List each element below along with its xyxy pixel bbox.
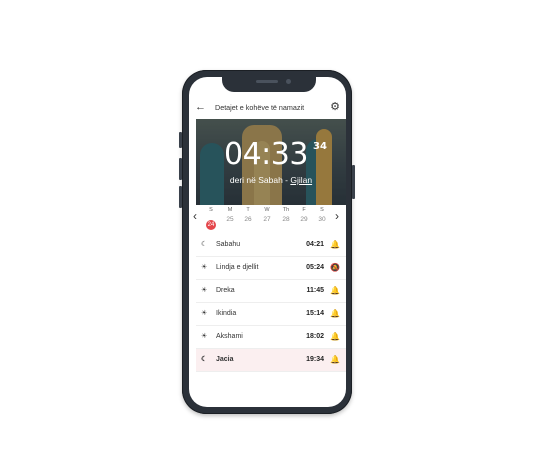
bell-icon[interactable]: 🔔 [330,355,340,364]
day-of-week: T [246,207,250,213]
day-number: 26 [244,216,252,223]
day-of-week: M [227,207,233,213]
calendar-day[interactable]: M 25 [222,207,238,225]
side-button [352,165,355,199]
calendar-day[interactable]: F 29 [296,207,312,225]
bell-icon[interactable]: 🔔 [330,286,340,295]
day-of-week: Th [282,207,290,213]
prayer-row-akshami[interactable]: ☀ Akshami 18:02 🔔 [196,326,346,349]
side-button [179,158,182,180]
prayer-times-list: ☾ Sabahu 04:21 🔔 ☀ Lindja e djellit 05:2… [196,234,346,372]
calendar-day[interactable]: Th 28 [278,207,294,225]
day-number: 27 [263,216,271,223]
sun-icon: ☀ [201,310,208,317]
app-header: ← Detajet e kohëve të namazit ⚙ [189,99,346,117]
countdown-banner: 04:33 34 deri në Sabah - Gjilan [196,119,346,205]
day-number-selected: 24 [206,220,216,230]
moon-icon: ☾ [201,356,208,363]
prayer-time: 19:34 [306,356,324,363]
prayer-name: Jacia [216,356,234,363]
calendar-day[interactable]: S 24 [203,207,219,231]
page-title: Detajet e kohëve të namazit [215,103,305,112]
bell-icon[interactable]: 🔔 [330,309,340,318]
prayer-row-dreka[interactable]: ☀ Dreka 11:45 🔔 [196,280,346,303]
bell-icon[interactable]: 🔔 [330,332,340,341]
day-of-week: S [320,207,324,213]
prayer-name: Dreka [216,287,235,294]
prayer-name: Ikindia [216,310,237,317]
back-arrow-icon[interactable]: ← [195,101,206,113]
sunset-icon: ☀ [201,333,208,340]
calendar-day[interactable]: W 27 [259,207,275,225]
phone-notch [222,76,316,92]
front-camera [286,79,291,84]
prayer-name: Sabahu [216,241,241,248]
settings-gear-icon[interactable]: ⚙ [330,100,340,113]
day-number: 28 [282,216,290,223]
day-of-week: S [209,207,213,213]
sun-icon: ☀ [201,287,208,294]
prayer-name: Lindja e djellit [216,264,259,271]
side-button [179,132,182,148]
side-button [179,186,182,208]
day-of-week: F [302,207,306,213]
countdown-caption: deri në Sabah - Gjilan [196,175,346,185]
day-of-week: W [264,207,270,213]
prayer-time: 11:45 [306,287,324,294]
countdown-seconds: 34 [313,141,327,152]
week-calendar: ‹ › S 24 M 25 T 26 W 27 Th 28 F 29 S 30 [189,207,346,233]
prayer-time: 05:24 [306,264,324,271]
countdown-prefix: deri në Sabah - [229,175,291,185]
city-link[interactable]: Gjilan [290,175,312,185]
bell-off-icon[interactable]: 🔕 [330,263,340,272]
prayer-time: 15:14 [306,310,324,317]
bell-icon[interactable]: 🔔 [330,240,340,249]
prayer-name: Akshami [216,333,243,340]
prayer-time: 04:21 [306,241,324,248]
next-week-chevron-icon[interactable]: › [335,209,339,223]
day-number: 29 [300,216,308,223]
prev-week-chevron-icon[interactable]: ‹ [193,209,197,223]
day-number: 25 [226,216,234,223]
prayer-row-lindja[interactable]: ☀ Lindja e djellit 05:24 🔕 [196,257,346,280]
prayer-row-jacia[interactable]: ☾ Jacia 19:34 🔔 [196,349,346,372]
sunrise-icon: ☀ [201,264,208,271]
prayer-row-sabahu[interactable]: ☾ Sabahu 04:21 🔔 [196,234,346,257]
moon-icon: ☾ [201,241,208,248]
countdown-time: 04:33 [224,137,308,172]
phone-screen: ← Detajet e kohëve të namazit ⚙ 04:33 34… [189,77,346,407]
prayer-row-ikindia[interactable]: ☀ Ikindia 15:14 🔔 [196,303,346,326]
calendar-day[interactable]: T 26 [240,207,256,225]
day-number: 30 [318,216,326,223]
speaker-grille [256,80,278,83]
calendar-day[interactable]: S 30 [314,207,330,225]
prayer-time: 18:02 [306,333,324,340]
